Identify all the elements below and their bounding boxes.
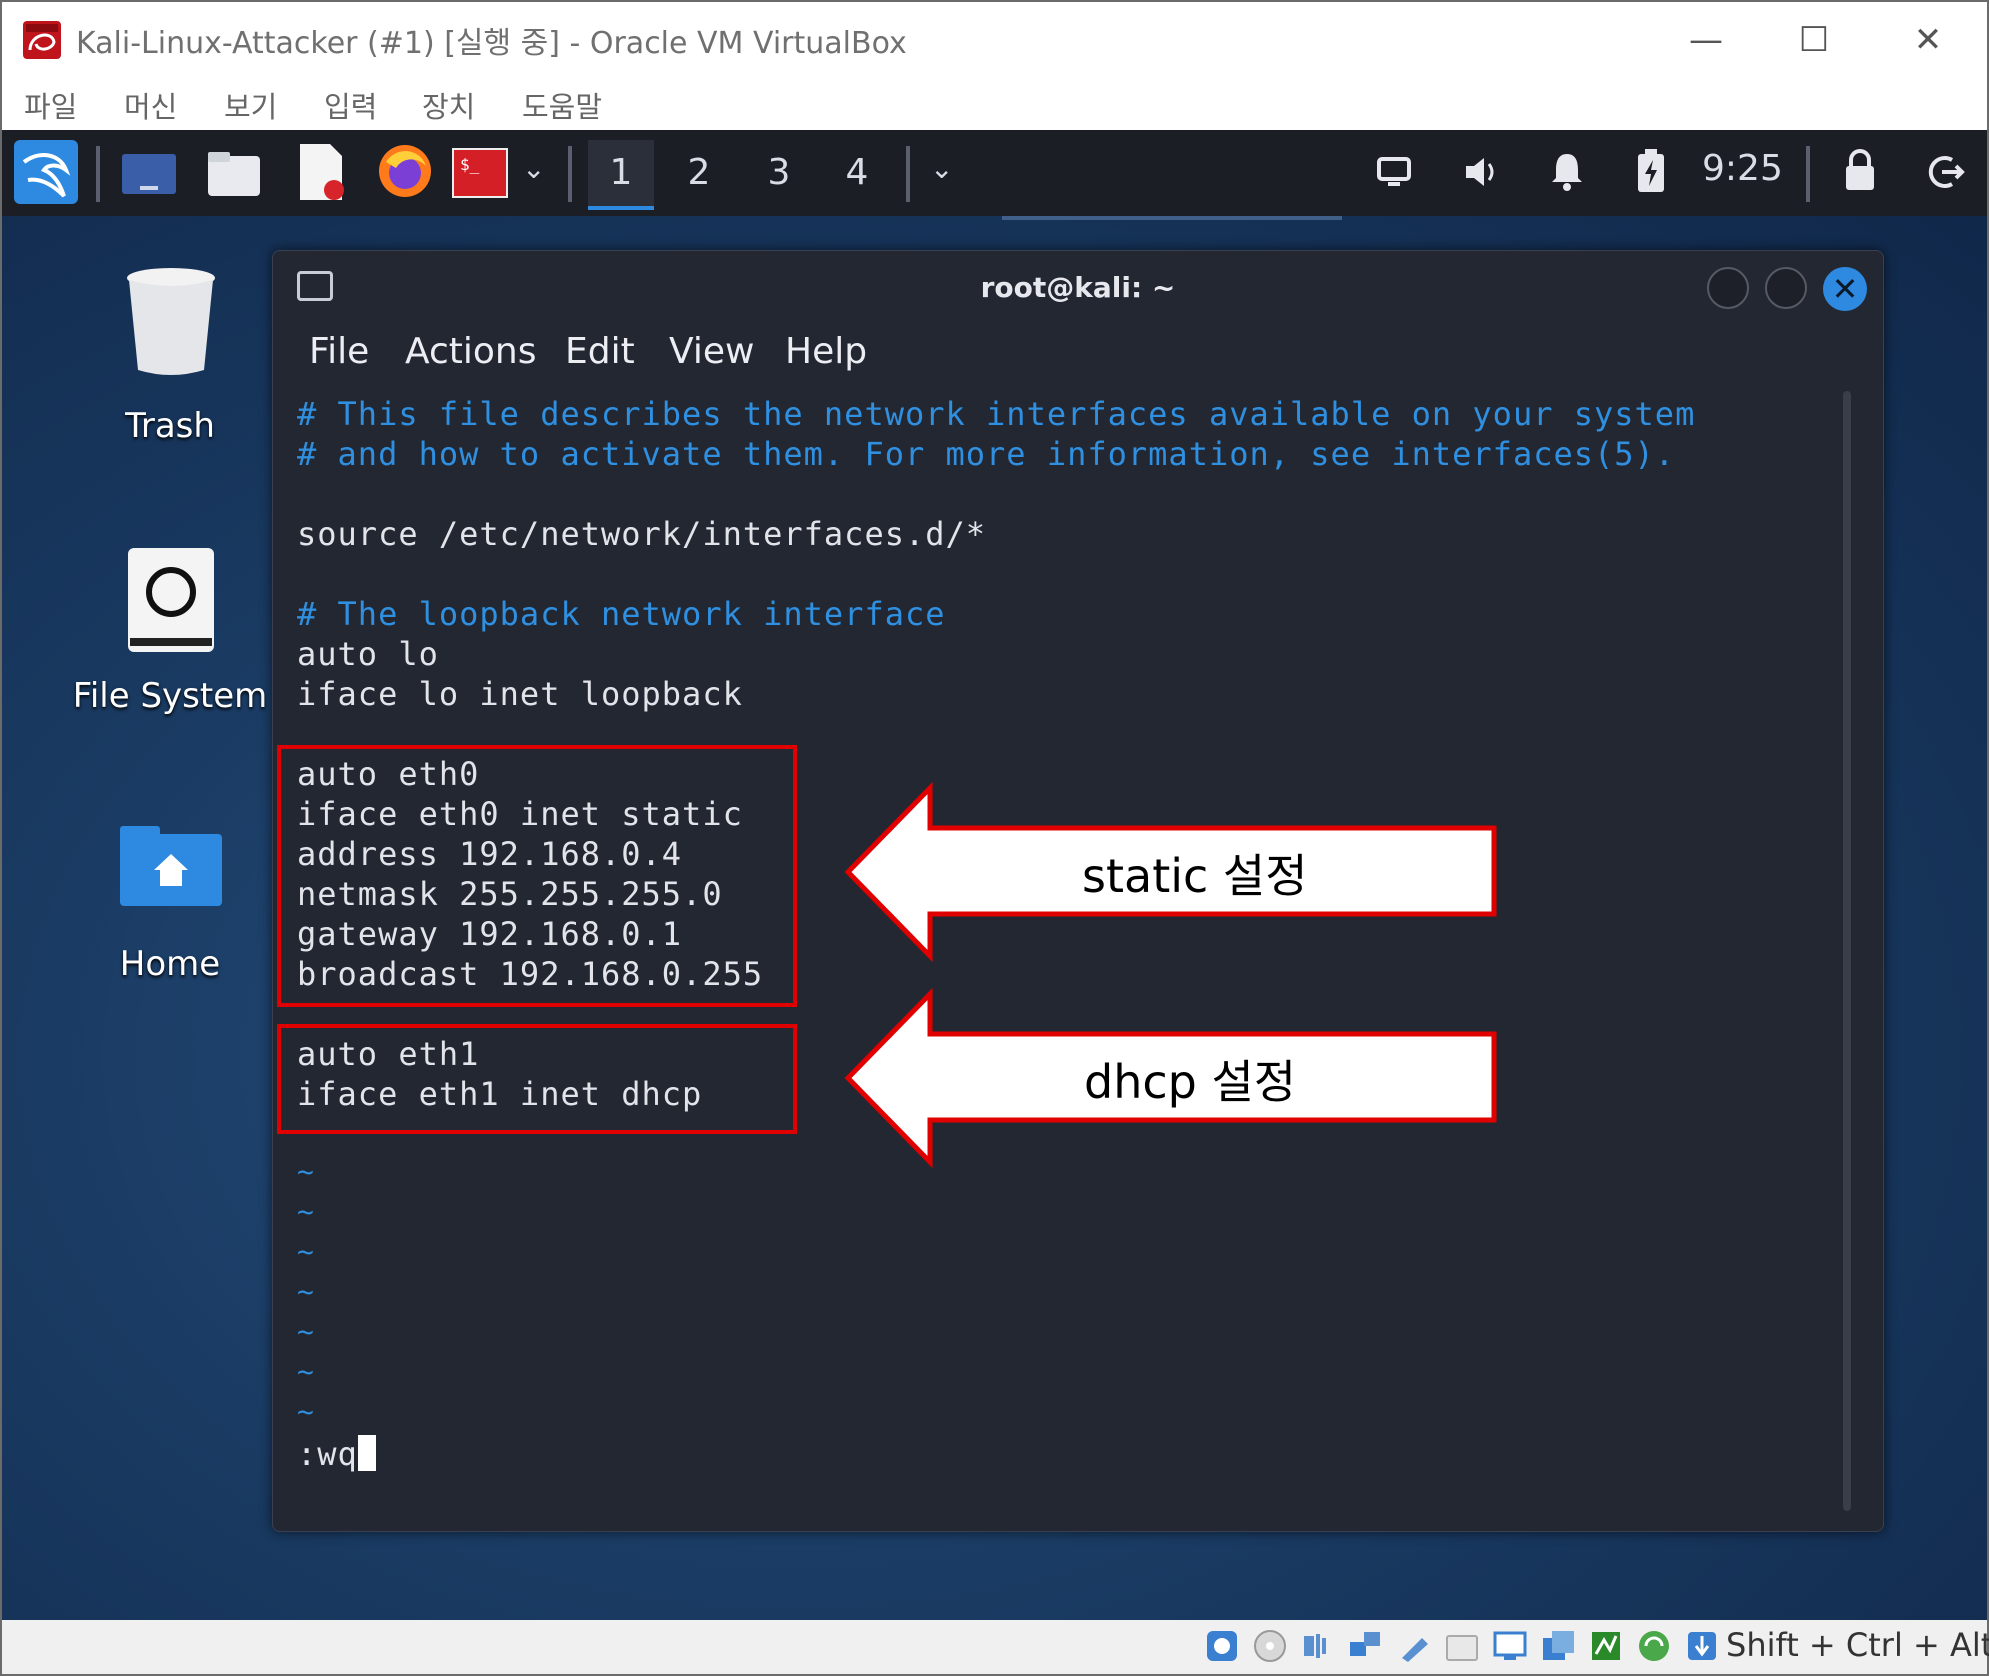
audio-icon[interactable] [1300,1628,1336,1664]
workspace-3[interactable]: 3 [746,140,812,206]
firefox-icon[interactable] [376,142,434,200]
text-editor-icon[interactable] [294,142,348,204]
terminal-title: root@kali: ~ [980,271,1176,304]
notifications-bell-icon[interactable] [1548,150,1586,192]
vim-empty-line: ~ [297,1355,314,1388]
vim-empty-line: ~ [297,1195,314,1228]
maximize-button[interactable]: ☐ [1788,16,1840,64]
display-icon[interactable] [1376,154,1412,190]
vim-empty-line: ~ [297,1275,314,1308]
maximize-button[interactable] [1765,267,1807,309]
panel-separator [1806,146,1810,202]
cpu-icon[interactable] [1588,1628,1624,1664]
close-button[interactable]: ✕ [1902,16,1954,64]
window-title: Kali-Linux-Attacker (#1) [실행 중] - Oracle… [76,26,907,61]
desktop-icon-label: Home [119,944,221,984]
vim-empty-line: ~ [297,1235,314,1268]
chevron-down-icon[interactable]: ⌄ [930,152,953,185]
background-window-edge [1002,216,1342,220]
guest-additions-icon[interactable] [1636,1628,1672,1664]
virtualbox-window: Kali-Linux-Attacker (#1) [실행 중] - Oracle… [0,0,1989,1676]
panel-separator [96,146,100,202]
svg-text:$_: $_ [460,155,480,174]
workspace-2[interactable]: 2 [666,140,732,206]
terminal-menu-file[interactable]: File [309,331,369,372]
code-line: # This file describes the network interf… [297,395,1696,433]
minimize-button[interactable]: — [1680,16,1732,64]
terminal-menu-actions[interactable]: Actions [405,331,537,372]
desktop-icon-file-system[interactable]: File System [70,546,270,716]
code-line: # and how to activate them. For more inf… [297,435,1676,473]
minimize-button[interactable] [1707,267,1749,309]
logout-icon[interactable] [1926,152,1966,192]
lock-screen-icon[interactable] [1842,148,1878,192]
terminal-menu-edit[interactable]: Edit [565,331,635,372]
hard-disk-icon[interactable] [1204,1628,1240,1664]
trash-icon [127,268,215,375]
window-title-bar[interactable]: Kali-Linux-Attacker (#1) [실행 중] - Oracle… [2,2,1987,78]
battery-power-icon[interactable] [1636,148,1666,194]
host-key-combo: Shift + Ctrl + Alt [1726,1626,1989,1664]
workspace-1[interactable]: 1 [588,140,654,210]
terminal-menu-help[interactable]: Help [785,331,867,372]
menu-machine[interactable]: 머신 [124,84,177,126]
desktop-icon-label: File System [72,676,268,716]
mouse-integration-icon[interactable] [1684,1628,1720,1664]
vim-empty-line: ~ [297,1315,314,1348]
menu-input[interactable]: 입력 [324,84,377,126]
panel-separator [906,146,910,202]
optical-drive-icon[interactable] [1252,1628,1288,1664]
text-cursor [357,1435,376,1471]
terminal-menu-view[interactable]: View [669,331,754,372]
vbox-status-bar: Shift + Ctrl + Alt [2,1620,1989,1674]
vim-command: :wq [297,1435,358,1473]
kali-menu-icon[interactable] [14,140,78,204]
video-capture-icon[interactable] [1540,1628,1576,1664]
workspace-4[interactable]: 4 [824,140,890,206]
home-folder-icon [120,826,222,906]
static-annotation-label: static 설정 [1082,849,1308,903]
menu-view[interactable]: 보기 [224,84,277,126]
menu-help[interactable]: 도움말 [522,84,602,126]
display-icon[interactable] [1492,1628,1528,1664]
show-desktop-icon[interactable] [120,150,178,198]
vim-command-line[interactable]: :wq [297,1435,376,1473]
menu-file[interactable]: 파일 [24,84,77,126]
vim-empty-line: ~ [297,1395,314,1428]
dhcp-config-highlight [277,1024,797,1134]
vim-empty-line: ~ [297,1155,314,1188]
virtualbox-icon [23,21,61,59]
terminal-title-bar[interactable]: root@kali: ~ ✕ [273,251,1883,321]
clock[interactable]: 9:25 [1702,148,1783,189]
code-line: iface lo inet loopback [297,675,743,713]
desktop-icon-trash[interactable]: Trash [70,266,270,446]
code-line: source /etc/network/interfaces.d/* [297,515,987,553]
usb-icon[interactable] [1396,1628,1432,1664]
desktop-icon-label: Trash [125,406,215,446]
volume-icon[interactable] [1462,152,1502,192]
network-icon[interactable] [1348,1628,1384,1664]
chevron-down-icon[interactable]: ⌄ [522,152,545,185]
terminal-scrollbar[interactable] [1843,391,1851,1511]
file-manager-icon[interactable] [206,148,262,198]
kali-top-panel: $_ ⌄ 1 2 3 4 ⌄ 9:25 [2,130,1987,216]
vbox-menu-bar: 파일 머신 보기 입력 장치 도움말 [2,78,1987,130]
drive-icon [128,548,214,652]
menu-devices[interactable]: 장치 [422,84,475,126]
panel-separator [568,146,572,202]
code-line: # The loopback network interface [297,595,946,633]
static-config-highlight [277,745,797,1007]
terminal-launcher-icon[interactable]: $_ [452,148,508,198]
shared-folders-icon[interactable] [1444,1628,1480,1664]
desktop-icon-home[interactable]: Home [70,824,270,984]
code-line: auto lo [297,635,439,673]
dhcp-annotation-label: dhcp 설정 [1084,1055,1297,1109]
close-icon[interactable]: ✕ [1823,267,1867,311]
